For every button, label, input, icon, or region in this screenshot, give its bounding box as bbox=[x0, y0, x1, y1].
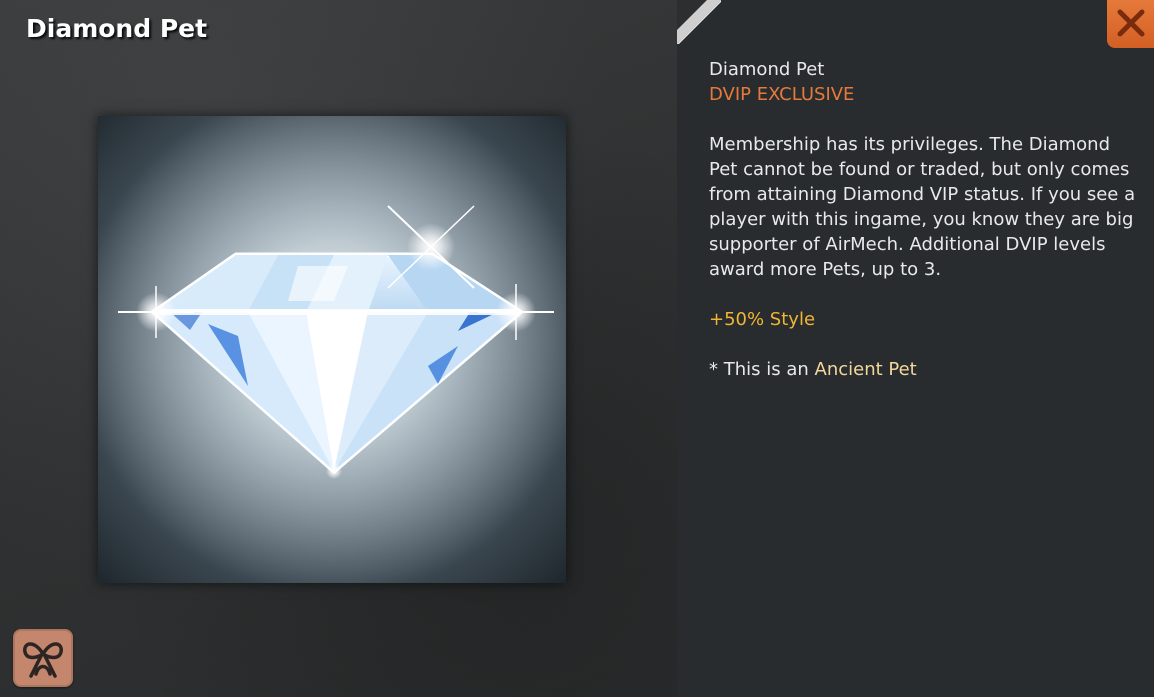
tier-value: Ancient Pet bbox=[814, 359, 917, 380]
diamond-icon bbox=[98, 116, 566, 583]
item-description: Membership has its privileges. The Diamo… bbox=[709, 134, 1136, 280]
item-name: Diamond Pet bbox=[709, 59, 825, 80]
ribbon-button[interactable] bbox=[13, 629, 73, 687]
tier-prefix: * This is an bbox=[709, 359, 815, 380]
style-bonus: +50% Style bbox=[709, 309, 816, 330]
close-button[interactable] bbox=[1107, 0, 1154, 48]
close-icon bbox=[1117, 9, 1145, 37]
item-image-frame bbox=[98, 116, 566, 583]
item-info: Diamond Pet DVIP EXCLUSIVE Membership ha… bbox=[709, 57, 1139, 382]
ribbon-icon bbox=[23, 642, 63, 678]
exclusive-tag: DVIP EXCLUSIVE bbox=[709, 84, 855, 105]
page-title: Diamond Pet bbox=[26, 14, 208, 43]
tier-line: * This is an Ancient Pet bbox=[709, 357, 1139, 382]
corner-fold-decoration bbox=[677, 0, 721, 44]
